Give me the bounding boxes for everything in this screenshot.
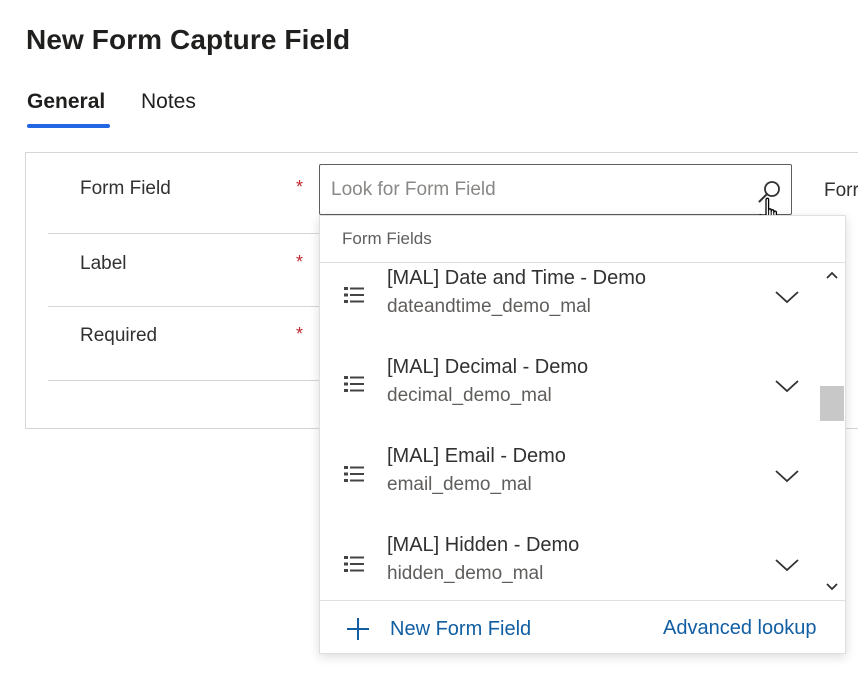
results-scrollbar[interactable] xyxy=(818,263,845,600)
scroll-down-arrow-icon[interactable] xyxy=(825,582,839,592)
item-title: [MAL] Email - Demo xyxy=(387,445,566,467)
scrollbar-thumb[interactable] xyxy=(820,386,844,421)
active-tab-indicator xyxy=(27,124,110,128)
form-field-search-input[interactable] xyxy=(331,177,741,203)
tab-notes[interactable]: Notes xyxy=(141,90,196,114)
results-list: [MAL] Date and Time - Demo dateandtime_d… xyxy=(320,263,845,600)
chevron-down-icon[interactable] xyxy=(774,468,800,484)
advanced-lookup-link[interactable]: Advanced lookup xyxy=(663,617,816,640)
item-subtitle: dateandtime_demo_mal xyxy=(387,296,591,317)
form-field-label: Form Field xyxy=(80,178,171,199)
item-subtitle: email_demo_mal xyxy=(387,474,532,495)
list-item[interactable]: [MAL] Date and Time - Demo dateandtime_d… xyxy=(320,263,818,340)
list-icon xyxy=(344,287,364,303)
label-field-label: Label xyxy=(80,253,127,274)
chevron-down-icon[interactable] xyxy=(774,378,800,394)
scroll-up-arrow-icon[interactable] xyxy=(825,270,839,280)
tab-general[interactable]: General xyxy=(27,90,105,114)
new-form-field-label: New Form Field xyxy=(390,617,532,640)
list-icon xyxy=(344,556,364,572)
form-row-required: Required * xyxy=(48,307,348,381)
item-title: [MAL] Decimal - Demo xyxy=(387,356,589,378)
chevron-down-icon[interactable] xyxy=(774,557,800,573)
right-column-label: Forr xyxy=(824,180,858,201)
divider xyxy=(320,600,845,601)
required-indicator: * xyxy=(296,177,304,197)
lookup-results-dropdown: Form Fields [MAL] Date and Time - Demo d… xyxy=(319,215,846,654)
list-item[interactable]: [MAL] Email - Demo email_demo_mal xyxy=(320,430,818,519)
required-indicator: * xyxy=(296,252,304,272)
list-item[interactable]: [MAL] Hidden - Demo hidden_demo_mal xyxy=(320,519,818,600)
chevron-down-icon[interactable] xyxy=(774,289,800,305)
page-title: New Form Capture Field xyxy=(26,24,351,55)
list-icon xyxy=(344,466,364,482)
required-field-label: Required xyxy=(80,325,158,346)
dropdown-header: Form Fields xyxy=(342,229,432,248)
list-item[interactable]: [MAL] Decimal - Demo decimal_demo_mal xyxy=(320,340,818,429)
form-row-form-field: Form Field * xyxy=(48,153,348,234)
plus-icon xyxy=(347,618,369,640)
item-title: [MAL] Date and Time - Demo xyxy=(387,267,646,289)
item-subtitle: decimal_demo_mal xyxy=(387,385,552,406)
item-title: [MAL] Hidden - Demo xyxy=(387,534,580,556)
item-subtitle: hidden_demo_mal xyxy=(387,563,544,584)
new-form-field-button[interactable]: New Form Field xyxy=(344,614,531,644)
form-row-label: Label * xyxy=(48,234,348,307)
required-indicator: * xyxy=(296,324,304,344)
list-icon xyxy=(344,376,364,392)
form-field-lookup[interactable] xyxy=(319,164,792,215)
